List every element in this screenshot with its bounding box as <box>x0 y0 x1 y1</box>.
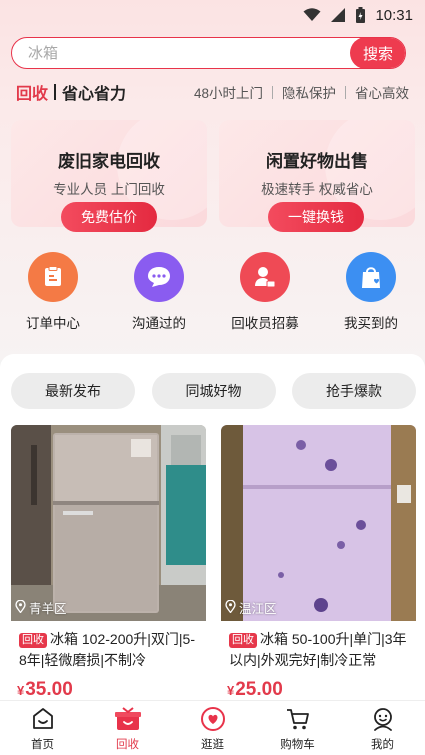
recycle-tag: 回收 <box>19 633 47 648</box>
quick-link-label: 回收员招募 <box>231 316 299 331</box>
chat-icon <box>134 252 184 302</box>
feature-item: 48小时上门 <box>193 86 263 101</box>
location-pin-icon <box>15 599 26 616</box>
location-text: 温江区 <box>239 602 277 616</box>
slogan-divider <box>54 84 57 100</box>
product-image: 温江区 <box>221 425 416 621</box>
currency-symbol: ¥ <box>17 683 25 698</box>
tab-label: 购物车 <box>280 739 315 751</box>
slogan-brand: 回收 省心省力 <box>0 80 126 104</box>
product-title: 回收 冰箱 102-200升|双门|5-8年|轻微磨损|不制冷 <box>11 621 206 671</box>
filter-local[interactable]: 同城好物 <box>151 373 276 409</box>
product-image: 青羊区 <box>11 425 206 621</box>
card-title: 废旧家电回收 <box>58 152 160 171</box>
bag-icon <box>346 252 396 302</box>
cart-icon <box>284 705 312 733</box>
filter-chips: 最新发布 同城好物 抢手爆款 <box>11 373 416 409</box>
order-icon <box>28 252 78 302</box>
slogan-row: 回收 省心省力 48小时上门 隐私保护 省心高效 <box>0 78 425 106</box>
tab-browse[interactable]: 逛逛 <box>170 701 255 755</box>
tab-recycle[interactable]: 回收 <box>85 701 170 755</box>
product-card[interactable]: 青羊区 回收 冰箱 102-200升|双门|5-8年|轻微磨损|不制冷 ¥35.0… <box>11 425 206 715</box>
quick-link-orders[interactable]: 订单中心 <box>0 252 106 334</box>
card-title: 闲置好物出售 <box>266 152 368 171</box>
quick-link-label: 我买到的 <box>344 316 398 331</box>
feature-item: 省心高效 <box>355 86 409 101</box>
quick-links: 订单中心 沟通过的 回收员招募 我买到的 <box>0 252 425 334</box>
feature-list: 48小时上门 隐私保护 省心高效 <box>194 82 425 102</box>
quick-sell-button[interactable]: 一键换钱 <box>268 202 364 232</box>
home-icon <box>29 705 57 733</box>
tab-cart[interactable]: 购物车 <box>255 701 340 755</box>
slogan-brand-name: 回收 <box>16 86 49 103</box>
slogan-tagline: 省心省力 <box>62 86 127 103</box>
signal-icon <box>331 8 346 22</box>
tab-home[interactable]: 首页 <box>0 701 85 755</box>
free-estimate-button[interactable]: 免费估价 <box>61 202 157 232</box>
location-badge: 青羊区 <box>15 598 67 617</box>
tab-label: 首页 <box>31 739 54 751</box>
tab-label: 回收 <box>116 739 139 751</box>
location-pin-icon <box>225 599 236 616</box>
product-card[interactable]: 温江区 回收 冰箱 50-100升|单门|3年以内|外观完好|制冷正常 ¥25.0… <box>221 425 416 715</box>
quick-link-chats[interactable]: 沟通过的 <box>106 252 212 334</box>
location-badge: 温江区 <box>225 598 277 617</box>
quick-link-recruit[interactable]: 回收员招募 <box>212 252 318 334</box>
feature-divider <box>345 85 346 99</box>
profile-icon <box>369 705 397 733</box>
bottom-tab-bar: 首页 回收 逛逛 购物车 我的 <box>0 700 425 755</box>
location-text: 青羊区 <box>29 602 67 616</box>
status-bar: 10:31 <box>0 0 425 30</box>
quick-link-label: 沟通过的 <box>132 316 186 331</box>
feature-item: 隐私保护 <box>282 86 336 101</box>
search-input[interactable] <box>12 44 350 62</box>
price-value: 35.00 <box>25 679 73 700</box>
quick-link-purchased[interactable]: 我买到的 <box>318 252 424 334</box>
filter-hot[interactable]: 抢手爆款 <box>292 373 416 409</box>
currency-symbol: ¥ <box>227 683 235 698</box>
recycle-tag: 回收 <box>229 633 257 648</box>
status-time: 10:31 <box>375 6 413 24</box>
search-bar: 搜索 <box>11 37 406 69</box>
search-button[interactable]: 搜索 <box>350 38 405 68</box>
browse-heart-icon <box>199 705 227 733</box>
quick-link-label: 订单中心 <box>26 316 80 331</box>
card-subtitle: 极速转手 权威省心 <box>261 182 373 197</box>
product-price: ¥25.00 <box>221 679 416 701</box>
recycle-gift-icon <box>114 705 142 733</box>
tab-label: 我的 <box>371 739 394 751</box>
product-price: ¥35.00 <box>11 679 206 701</box>
tab-profile[interactable]: 我的 <box>340 701 425 755</box>
price-value: 25.00 <box>235 679 283 700</box>
tab-label: 逛逛 <box>201 739 224 751</box>
battery-icon <box>356 7 366 23</box>
filter-latest[interactable]: 最新发布 <box>11 373 135 409</box>
recruit-icon <box>240 252 290 302</box>
wifi-icon <box>303 8 321 22</box>
product-title: 回收 冰箱 50-100升|单门|3年以内|外观完好|制冷正常 <box>221 621 416 671</box>
feature-divider <box>272 85 273 99</box>
card-subtitle: 专业人员 上门回收 <box>53 182 165 197</box>
